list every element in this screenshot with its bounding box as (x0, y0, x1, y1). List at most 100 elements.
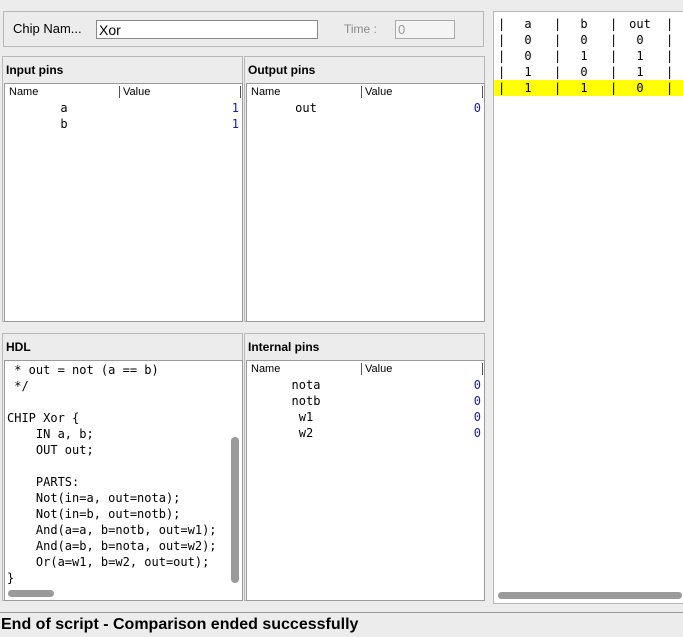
column-separator: | (498, 17, 506, 31)
column-separator: | (666, 81, 674, 95)
input-pins-table[interactable]: Name Value a 1 b 1 (4, 83, 243, 322)
column-separator: | (610, 49, 618, 63)
hdl-code-line: * out = not (a == b) (7, 363, 159, 377)
column-divider (361, 86, 362, 98)
time-value: 0 (398, 22, 406, 37)
hdl-code-line: Or(a=w1, b=w2, out=out); (7, 555, 210, 569)
hdl-code-line: Not(in=b, out=notb); (7, 507, 181, 521)
column-separator: | (610, 81, 618, 95)
table-row[interactable]: w1 0 (247, 409, 484, 425)
table-row[interactable]: out 0 (247, 100, 484, 116)
column-separator: | (610, 17, 618, 31)
time-field[interactable]: 0 (395, 20, 455, 39)
hdl-panel: HDL * out = not (a == b) */ CHIP Xor { IN… (2, 333, 243, 601)
chip-name-field[interactable]: Xor (96, 20, 318, 39)
hdl-code-line: Not(in=a, out=nota); (7, 491, 181, 505)
hdl-code-line: } (7, 571, 15, 585)
output-pins-title: Output pins (248, 63, 316, 77)
truth-table-cell: 0 (524, 33, 532, 47)
truth-table-cell: 0 (524, 49, 532, 63)
column-divider (119, 86, 120, 98)
table-row[interactable]: a 1 (5, 100, 242, 116)
pin-name: a (60, 101, 68, 115)
pin-value: 0 (473, 378, 481, 392)
input-pins-title: Input pins (6, 63, 64, 77)
pin-value: 0 (473, 426, 481, 440)
hdl-code-line: CHIP Xor { (7, 411, 80, 425)
pin-value: 0 (473, 101, 481, 115)
horizontal-scrollbar[interactable] (8, 590, 54, 597)
pin-name: w2 (298, 426, 314, 440)
truth-table-cell: 0 (636, 33, 644, 47)
column-separator: | (554, 81, 562, 95)
input-pins-panel: Input pins Name Value a 1 b 1 (2, 56, 243, 322)
truth-table-cell: 1 (580, 49, 588, 63)
hdl-code-line: IN a, b; (7, 427, 94, 441)
hdl-code-view[interactable]: * out = not (a == b) */ CHIP Xor { IN a, … (4, 360, 243, 601)
pin-value[interactable]: 1 (232, 100, 239, 116)
column-separator: | (666, 33, 674, 47)
horizontal-scrollbar[interactable] (498, 592, 682, 599)
column-separator: | (554, 17, 562, 31)
pin-value[interactable]: 1 (232, 116, 239, 132)
output-pins-panel: Output pins Name Value out 0 (244, 56, 485, 322)
pin-name: notb (291, 394, 321, 408)
hdl-code-line: PARTS: (7, 475, 80, 489)
table-row[interactable]: nota 0 (247, 377, 484, 393)
pin-name: out (295, 101, 317, 115)
column-separator: | (554, 65, 562, 79)
internal-col-value: Value (365, 363, 393, 375)
column-separator: | (498, 49, 506, 63)
pin-value: 0 (473, 410, 481, 424)
comparison-panel[interactable]: | | | | a b out | | | | 0 0 0 | | | | 0 1 1 | | | | 1 0 1 | | | | 1 1 0 (493, 11, 683, 604)
vertical-scrollbar[interactable] (231, 437, 239, 583)
truth-table-cell: 1 (524, 81, 532, 95)
truth-table-cell: 0 (580, 33, 588, 47)
column-separator: | (554, 49, 562, 63)
column-separator: | (498, 33, 506, 47)
pin-name: b (60, 117, 68, 131)
table-row[interactable]: notb 0 (247, 393, 484, 409)
output-pins-table[interactable]: Name Value out 0 (246, 83, 485, 322)
internal-col-name: Name (251, 363, 281, 375)
truth-table-cell: 0 (636, 81, 644, 95)
input-col-name: Name (9, 86, 39, 98)
column-separator: | (498, 81, 506, 95)
chip-info-panel: Chip Nam... Xor Time : 0 (3, 11, 484, 47)
column-divider (240, 86, 241, 98)
table-row[interactable]: b 1 (5, 116, 242, 132)
internal-pins-table[interactable]: Name Value nota 0 notb 0 w1 0 w2 0 (246, 360, 485, 601)
chip-name-value: Xor (99, 22, 121, 38)
status-bar: End of script - Comparison ended success… (0, 612, 683, 637)
column-separator: | (666, 17, 674, 31)
column-separator: | (610, 33, 618, 47)
pin-name: nota (291, 378, 321, 392)
column-separator: | (554, 33, 562, 47)
column-separator: | (498, 65, 506, 79)
hdl-code-line: And(a=b, b=nota, out=w2); (7, 539, 217, 553)
output-col-value: Value (365, 86, 393, 98)
input-col-value: Value (123, 86, 151, 98)
time-label: Time : (344, 22, 377, 36)
pin-value: 0 (473, 394, 481, 408)
column-separator: | (666, 49, 674, 63)
truth-table-header: a (524, 17, 532, 31)
truth-table-cell: 1 (524, 65, 532, 79)
truth-table-cell: 1 (636, 65, 644, 79)
internal-pins-panel: Internal pins Name Value nota 0 notb 0 w… (244, 333, 485, 601)
output-col-name: Name (251, 86, 281, 98)
column-divider (482, 86, 483, 98)
truth-table-cell: 1 (636, 49, 644, 63)
hdl-code-line (7, 394, 229, 410)
hdl-code-line: */ (7, 379, 29, 393)
internal-pins-title: Internal pins (248, 340, 320, 354)
hdl-code: * out = not (a == b) */ CHIP Xor { IN a, … (7, 362, 229, 586)
truth-table-header: out (629, 17, 651, 31)
hdl-title: HDL (6, 340, 31, 354)
table-row[interactable]: w2 0 (247, 425, 484, 441)
pin-name: w1 (298, 410, 314, 424)
hdl-code-line: OUT out; (7, 443, 94, 457)
column-divider (482, 363, 483, 375)
hdl-code-line (7, 458, 229, 474)
status-message: End of script - Comparison ended success… (1, 616, 359, 633)
